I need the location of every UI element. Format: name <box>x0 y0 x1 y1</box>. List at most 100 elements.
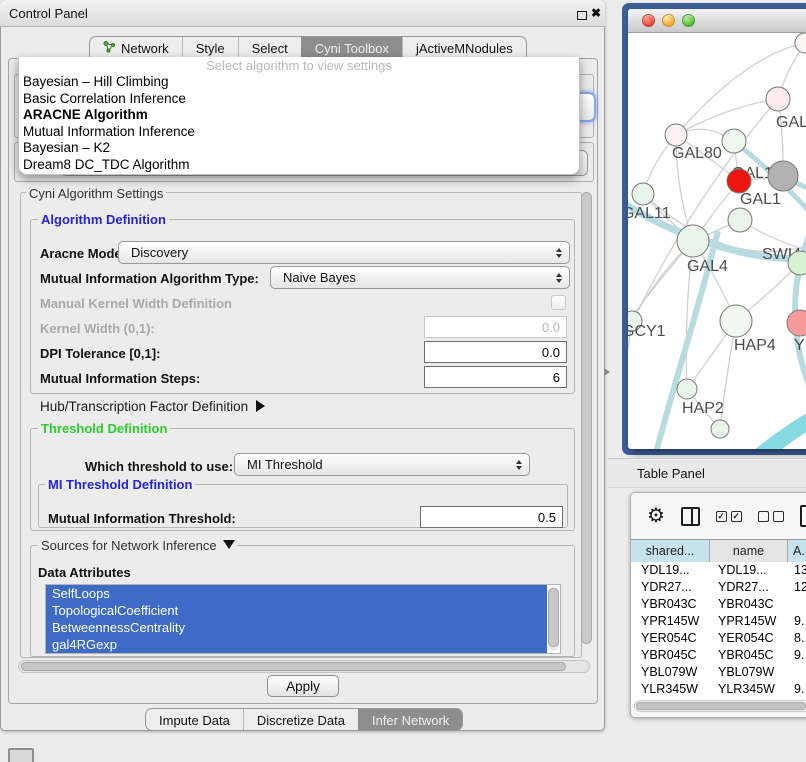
table-row[interactable]: YPR145WYPR145W9. <box>631 613 806 630</box>
mi-algorithm-type-label: Mutual Information Algorithm Type: <box>40 271 259 286</box>
algorithm-option-bayesian-k2[interactable]: Bayesian – K2 <box>19 140 579 157</box>
attributes-list-scrollbar[interactable] <box>548 587 559 651</box>
manual-kernel-width-label: Manual Kernel Width Definition <box>40 296 232 311</box>
float-window-icon[interactable] <box>577 11 587 20</box>
algorithm-option-basic-correlation-inference[interactable]: Basic Correlation Inference <box>19 91 579 108</box>
tab-cyni-toolbox[interactable]: Cyni Toolbox <box>301 37 402 59</box>
table-cell: YER054C <box>710 630 788 647</box>
algorithm-option-aracne-algorithm[interactable]: ARACNE Algorithm <box>19 107 579 124</box>
kernel-width-field[interactable]: 0.0 <box>424 316 567 338</box>
table-row[interactable]: YBR043CYBR043C <box>631 596 806 613</box>
network-node[interactable] <box>768 161 798 191</box>
settings-horizontal-scrollbar[interactable] <box>18 660 590 673</box>
algorithm-option-bayesian-hill-climbing[interactable]: Bayesian – Hill Climbing <box>19 74 579 91</box>
tab-select[interactable]: Select <box>238 37 301 59</box>
attribute-item-topologicalcoefficient[interactable]: TopologicalCoefficient <box>46 602 547 619</box>
cyni-bottom-tab-bar: Impute DataDiscretize DataInfer Network <box>145 708 463 731</box>
mi-steps-field[interactable]: 6 <box>424 366 567 388</box>
tab-label: Select <box>252 38 288 60</box>
table-cell: YBR043C <box>631 596 710 613</box>
mi-threshold-field[interactable]: 0.5 <box>420 506 563 528</box>
network-node-label: HAP4 <box>734 337 776 354</box>
algorithm-popup-placeholder: Select algorithm to view settings <box>19 57 579 74</box>
column-header-name[interactable]: name <box>710 540 788 563</box>
column-header-a[interactable]: A... <box>788 540 806 563</box>
attribute-item-betweennesscentrality[interactable]: BetweennessCentrality <box>46 619 547 636</box>
settings-vertical-scrollbar[interactable] <box>581 192 592 644</box>
close-traffic-light-icon[interactable] <box>642 14 655 27</box>
table-row[interactable]: YDR27...YDR27...12 <box>631 579 806 596</box>
data-attributes-list[interactable]: SelfLoopsTopologicalCoefficientBetweenne… <box>45 584 561 654</box>
zoom-traffic-light-icon[interactable] <box>682 14 695 27</box>
panel-splitter-handle[interactable] <box>604 368 610 376</box>
tab-jactivemnodules[interactable]: jActiveMNodules <box>402 37 526 59</box>
table-settings-gear-icon[interactable]: ⚙ <box>647 506 665 526</box>
table-cell: YBL079W <box>710 664 788 681</box>
network-node-label: GAL4 <box>687 258 728 275</box>
control-panel-tab-bar: Network Style Select Cyni Toolbox jActiveMNo… <box>89 36 527 59</box>
network-node-gal11[interactable] <box>632 183 654 205</box>
tab-label: Network <box>121 38 169 60</box>
tab-impute-data[interactable]: Impute Data <box>146 709 243 731</box>
table-row[interactable]: YDL19...YDL19...13 <box>631 562 806 579</box>
which-threshold-combo[interactable]: MI Threshold <box>234 453 530 476</box>
new-table-icon[interactable] <box>800 505 806 527</box>
table-toolbar: ⚙ ✓✓ <box>631 493 806 539</box>
show-columns-icon[interactable] <box>681 507 700 526</box>
minimized-panel-icon[interactable] <box>8 748 34 762</box>
table-rows: YDL19...YDL19...13YDR27...YDR27...12YBR0… <box>631 562 806 707</box>
mi-steps-value: 6 <box>553 370 560 385</box>
network-node-gal80[interactable] <box>665 124 687 146</box>
minimize-traffic-light-icon[interactable] <box>662 14 675 27</box>
table-column-headers: shared...nameA... <box>631 539 806 562</box>
dpi-tolerance-label: DPI Tolerance [0,1]: <box>40 346 160 361</box>
network-node-swi4[interactable] <box>728 208 752 232</box>
table-horizontal-scrollbar[interactable] <box>634 700 806 712</box>
table-row[interactable]: YBL079WYBL079W <box>631 664 806 681</box>
table-panel-title: Table Panel <box>637 466 705 481</box>
manual-kernel-width-checkbox[interactable] <box>551 295 566 310</box>
network-node-label: GAL <box>776 114 806 131</box>
table-cell <box>788 664 806 681</box>
network-node-y[interactable] <box>787 310 806 336</box>
mi-algorithm-type-combo[interactable]: Naive Bayes <box>270 266 570 289</box>
network-node-label: GAL80 <box>672 145 722 162</box>
sources-group-toggle[interactable]: Sources for Network Inference <box>38 538 238 553</box>
close-window-icon[interactable]: ✖ <box>591 6 601 20</box>
network-node-hap2[interactable] <box>677 379 697 399</box>
tab-discretize-data[interactable]: Discretize Data <box>243 709 358 731</box>
tab-label: jActiveMNodules <box>416 38 513 60</box>
table-row[interactable]: YER054CYER054C8. <box>631 630 806 647</box>
aracne-mode-combo[interactable]: Discovery <box>118 241 570 264</box>
network-node-gal1[interactable] <box>727 169 751 193</box>
network-node-hap4[interactable] <box>720 305 752 337</box>
deselect-all-columns-icon[interactable] <box>758 511 784 522</box>
table-row[interactable]: YLR345WYLR345W9. <box>631 681 806 698</box>
apply-button[interactable]: Apply <box>267 675 339 697</box>
dpi-tolerance-field[interactable]: 0.0 <box>424 341 567 363</box>
tab-infer-network[interactable]: Infer Network <box>358 709 462 731</box>
tab-style[interactable]: Style <box>182 37 238 59</box>
attribute-item-gal4rgexp[interactable]: gal4RGexp <box>46 636 547 653</box>
tab-network[interactable]: Network <box>90 37 182 59</box>
hub-section-toggle[interactable]: Hub/Transcription Factor Definition <box>40 399 265 414</box>
column-header-shared[interactable]: shared... <box>631 540 710 563</box>
network-node-gal10[interactable] <box>722 129 746 153</box>
table-cell <box>788 596 806 613</box>
network-node-gal[interactable] <box>766 87 790 111</box>
which-threshold-value: MI Threshold <box>247 457 323 472</box>
algorithm-option-dream8-dc-tdc-algorithm[interactable]: Dream8 DC_TDC Algorithm <box>19 157 579 174</box>
algorithm-option-mutual-information-inference[interactable]: Mutual Information Inference <box>19 124 579 141</box>
combo-stepper-icon <box>516 460 522 470</box>
network-node-gal4[interactable] <box>677 225 709 257</box>
select-all-columns-icon[interactable]: ✓✓ <box>716 511 742 522</box>
table-cell: 9. <box>788 613 806 630</box>
network-canvas[interactable]: GALGAL80GAL10GAL1GAL11SWI4GAL4GCY1HAP4YH… <box>628 33 806 449</box>
table-cell: 9. <box>788 647 806 664</box>
table-row[interactable]: YBR045CYBR045C9. <box>631 647 806 664</box>
network-node-label: GAL1 <box>740 191 781 208</box>
network-node[interactable] <box>795 33 806 53</box>
attribute-item-selfloops[interactable]: SelfLoops <box>46 585 547 602</box>
network-window: GALGAL80GAL10GAL1GAL11SWI4GAL4GCY1HAP4YH… <box>628 9 806 449</box>
network-node[interactable] <box>711 420 729 438</box>
